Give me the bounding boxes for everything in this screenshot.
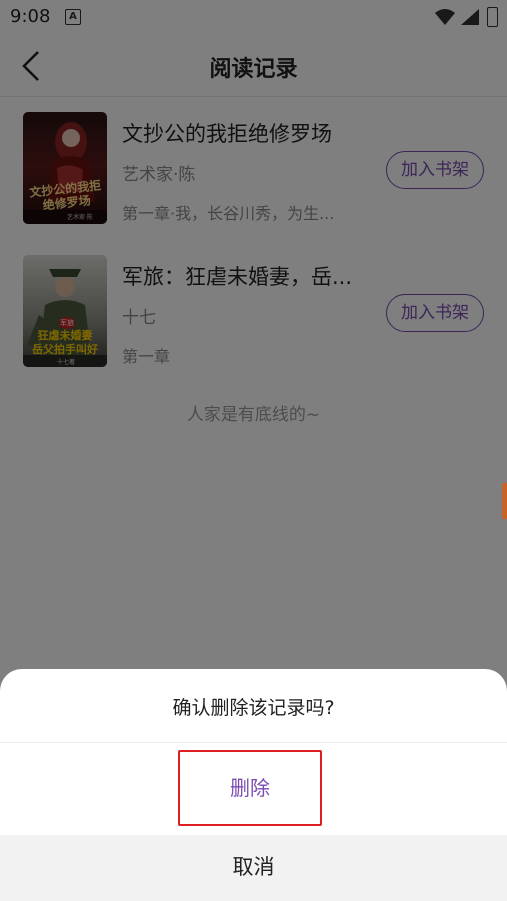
delete-area: 删除: [0, 743, 507, 835]
confirm-delete-sheet: 确认删除该记录吗? 删除 取消: [0, 669, 507, 901]
cancel-button[interactable]: 取消: [0, 851, 507, 881]
reading-history-screen: 9:08 A 阅读记录: [0, 0, 507, 901]
dialog-title: 确认删除该记录吗?: [172, 697, 335, 719]
edge-mark: [502, 483, 507, 519]
delete-button[interactable]: 删除: [178, 750, 322, 826]
cancel-area[interactable]: 取消: [0, 835, 507, 901]
